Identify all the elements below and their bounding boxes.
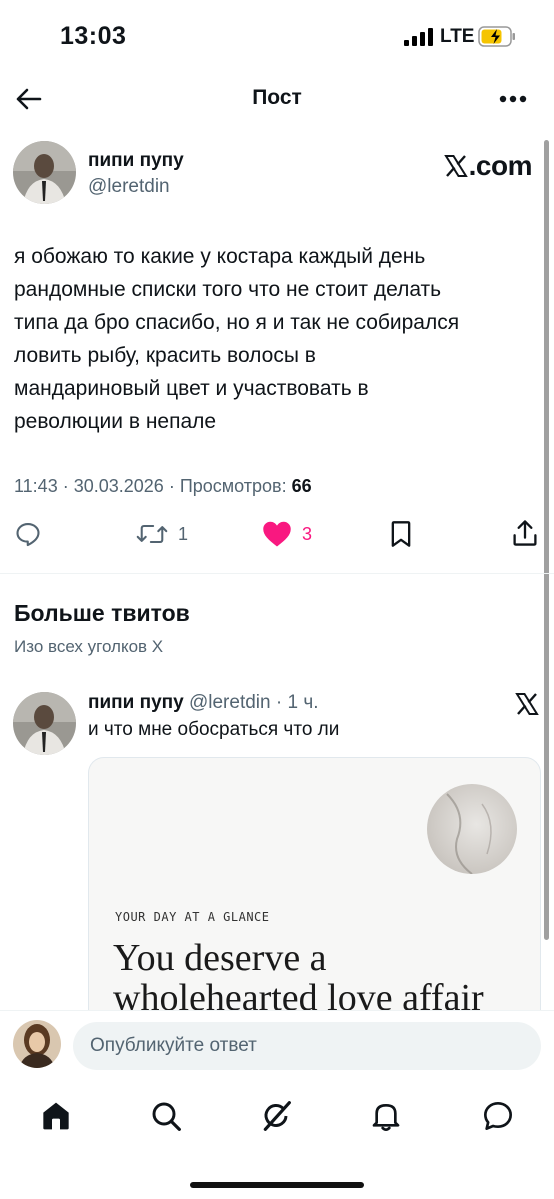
post-actions: 1 3: [0, 516, 554, 556]
related-post-text: и что мне обосраться что ли: [88, 719, 340, 740]
author-handle[interactable]: @leretdin: [88, 176, 170, 198]
x-com-logo: .com: [443, 150, 533, 182]
page-title: Пост: [252, 86, 302, 109]
share-button[interactable]: [511, 518, 539, 548]
status-bar: 13:03 LTE: [0, 0, 554, 70]
meta-separator: ·: [168, 476, 180, 496]
x-logo-icon: [443, 155, 468, 177]
card-image: [427, 784, 517, 874]
x-logo-icon: [515, 693, 539, 715]
more-dots-icon: [499, 95, 527, 103]
author-name[interactable]: пипи пупу: [88, 150, 184, 172]
bookmark-button[interactable]: [388, 520, 414, 548]
reply-icon: [16, 523, 40, 547]
author-avatar[interactable]: [13, 141, 76, 204]
network-type: LTE: [440, 26, 475, 47]
post-date[interactable]: 30.03.2026: [74, 476, 164, 496]
views-label: Просмотров:: [179, 476, 287, 496]
like-button[interactable]: 3: [262, 520, 312, 548]
home-icon: [43, 1102, 69, 1130]
related-separator: ·: [275, 692, 283, 713]
share-icon: [513, 520, 537, 546]
search-icon: [152, 1102, 181, 1131]
status-time: 13:03: [60, 22, 127, 50]
post-header: Пост: [0, 70, 554, 130]
x-com-text: .com: [468, 150, 533, 181]
tab-home[interactable]: [38, 1098, 74, 1134]
messages-icon: [484, 1102, 512, 1130]
card-title: You deserve a wholehearted love affair: [113, 937, 484, 1019]
related-post-header: пипи пупу @leretdin · 1 ч.: [88, 692, 319, 714]
reply-input[interactable]: [73, 1022, 541, 1070]
views-count: 66: [291, 476, 312, 496]
tab-grok[interactable]: [258, 1098, 294, 1134]
more-options-button[interactable]: [496, 84, 530, 114]
repost-button[interactable]: 1: [136, 520, 188, 548]
post-meta: 11:43 · 30.03.2026 · Просмотров: 66: [14, 476, 312, 497]
battery-icon: [478, 26, 515, 47]
tab-search[interactable]: [148, 1098, 184, 1134]
meta-separator: ·: [62, 476, 74, 496]
divider: [0, 573, 554, 574]
card-kicker: YOUR DAY AT A GLANCE: [115, 910, 270, 924]
reply-button[interactable]: [14, 520, 42, 548]
signal-icon: [404, 28, 433, 46]
related-post-time[interactable]: 1 ч.: [287, 692, 318, 713]
related-author-avatar[interactable]: [13, 692, 76, 755]
bell-icon: [372, 1104, 400, 1131]
post-text: я обожаю то какие у костара каждый день …: [14, 245, 460, 433]
more-tweets-subtitle: Изо всех уголков X: [14, 637, 164, 656]
grok-icon: [263, 1101, 291, 1131]
my-avatar[interactable]: [13, 1020, 61, 1068]
like-count: 3: [302, 523, 313, 544]
repost-icon: [136, 524, 168, 544]
post-time[interactable]: 11:43: [14, 476, 58, 496]
tab-notifications[interactable]: [368, 1098, 404, 1134]
home-indicator: [190, 1182, 364, 1188]
repost-count: 1: [178, 523, 189, 544]
related-author-name[interactable]: пипи пупу: [88, 692, 184, 713]
related-author-handle[interactable]: @leretdin: [189, 692, 271, 713]
bookmark-icon: [391, 521, 411, 547]
heart-icon: [263, 521, 291, 547]
tab-messages[interactable]: [480, 1098, 516, 1134]
more-tweets-heading: Больше твитов: [14, 600, 190, 626]
